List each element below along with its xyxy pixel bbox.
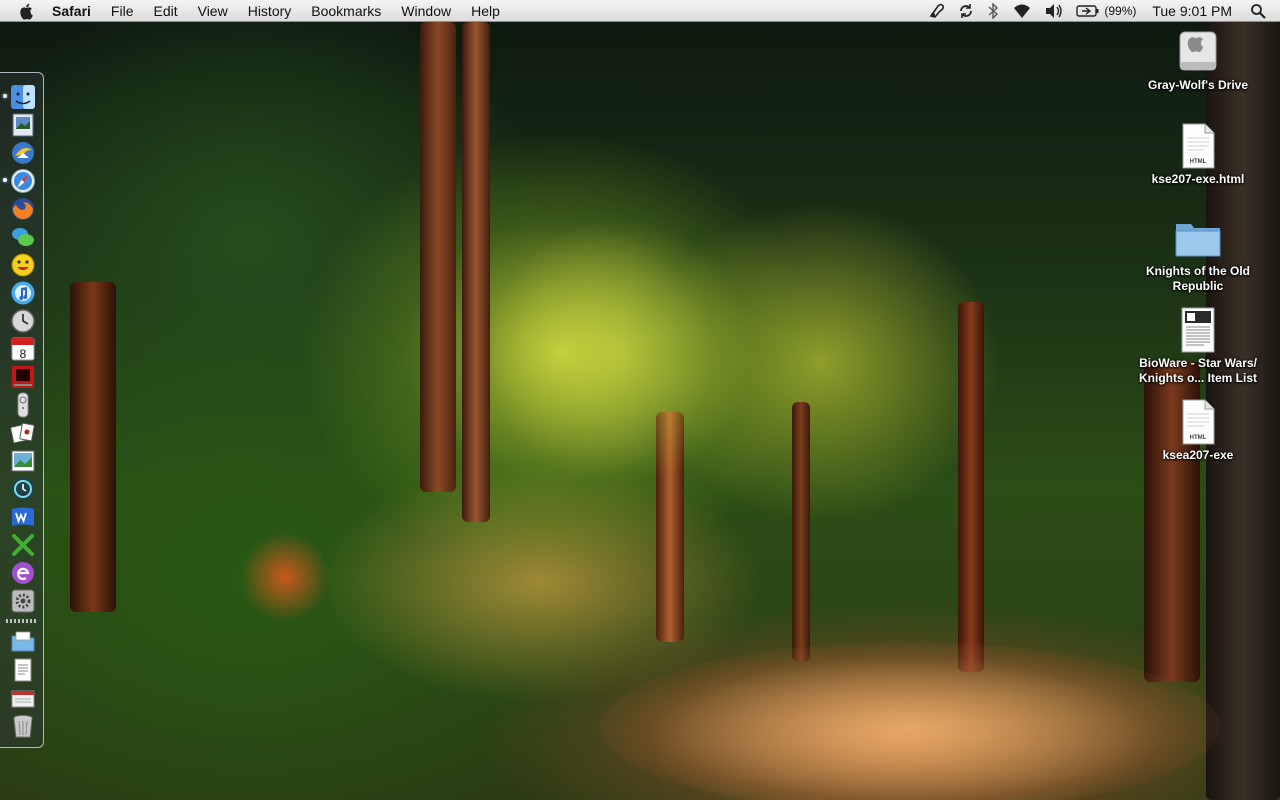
desktop-wallpaper — [0, 22, 1280, 800]
wifi-icon[interactable] — [1012, 0, 1032, 22]
tree-trunk — [792, 402, 810, 662]
green-app-icon[interactable] — [10, 532, 36, 558]
calendar-icon[interactable]: 8 — [10, 336, 36, 362]
word-icon[interactable] — [10, 504, 36, 530]
running-indicator — [3, 94, 7, 98]
itunes-icon[interactable] — [10, 280, 36, 306]
system-preferences-icon[interactable] — [10, 588, 36, 614]
desktop-icon-label: Gray-Wolf's Drive — [1148, 78, 1248, 92]
desktop-icon-folder[interactable]: Knights of the Old Republic — [1128, 214, 1268, 294]
folder-stack-icon[interactable] — [10, 629, 36, 655]
apple-logo-icon[interactable] — [18, 2, 36, 20]
orange-leaves — [240, 532, 330, 622]
document-stack-icon[interactable] — [10, 657, 36, 683]
photo-booth-icon[interactable] — [10, 364, 36, 390]
html-file-icon: HTML — [1182, 399, 1215, 445]
battery-icon[interactable]: (99%) — [1076, 0, 1136, 22]
sync-icon[interactable] — [958, 0, 974, 22]
menu-edit[interactable]: Edit — [143, 0, 187, 22]
firefox-icon[interactable] — [10, 196, 36, 222]
menu-clock[interactable]: Tue 9:01 PM — [1152, 3, 1232, 19]
dock-separator — [6, 619, 38, 623]
clock-icon[interactable] — [10, 308, 36, 334]
menu-help[interactable]: Help — [461, 0, 510, 22]
sunlit-foliage — [480, 222, 760, 482]
entourage-icon[interactable] — [10, 560, 36, 586]
calendar-day: 8 — [20, 347, 27, 361]
tree-trunk — [420, 22, 456, 492]
sunlit-path — [600, 642, 1220, 800]
tree-trunk — [958, 302, 984, 672]
spotlight-search-icon[interactable] — [1250, 0, 1266, 22]
hard-drive-icon — [1179, 31, 1217, 71]
html-file-icon: HTML — [1182, 123, 1215, 169]
webpage-file-icon — [1181, 307, 1215, 353]
file-type-badge: HTML — [1190, 159, 1207, 165]
file-type-badge: HTML — [1190, 435, 1207, 441]
dock: 8 — [0, 72, 44, 748]
chat-icon[interactable] — [10, 224, 36, 250]
tree-trunk — [70, 282, 116, 612]
running-indicator — [3, 178, 7, 182]
safari-icon[interactable] — [10, 168, 36, 194]
downloads-stack-icon[interactable] — [10, 685, 36, 711]
menu-file[interactable]: File — [101, 0, 144, 22]
tree-trunk — [462, 22, 490, 522]
remote-icon[interactable] — [10, 392, 36, 418]
desktop-icon-label: ksea207-exe — [1162, 448, 1234, 462]
timemachine-icon[interactable] — [10, 476, 36, 502]
menu-bar: Safari File Edit View History Bookmarks … — [0, 0, 1280, 22]
finder-icon[interactable] — [10, 84, 36, 110]
photo-icon[interactable] — [10, 448, 36, 474]
smiley-icon[interactable] — [10, 252, 36, 278]
desktop-icon-hard-drive[interactable]: Gray-Wolf's Drive — [1128, 28, 1268, 93]
script-icon[interactable] — [928, 0, 946, 22]
desktop-icon-label: Knights of the Old Republic — [1146, 264, 1250, 293]
desktop-icon-html-file[interactable]: HTML ksea207-exe — [1128, 398, 1268, 463]
preview-icon[interactable] — [10, 112, 36, 138]
folder-icon — [1175, 224, 1221, 257]
menu-view[interactable]: View — [188, 0, 238, 22]
cards-icon[interactable] — [10, 420, 36, 446]
menu-window[interactable]: Window — [391, 0, 461, 22]
menu-history[interactable]: History — [238, 0, 302, 22]
bluetooth-icon[interactable] — [986, 0, 1000, 22]
desktop-icon-label: kse207-exe.html — [1151, 172, 1245, 186]
menu-bookmarks[interactable]: Bookmarks — [301, 0, 391, 22]
desktop-icon-webpage-file[interactable]: BioWare - Star Wars/ Knights o... Item L… — [1128, 306, 1268, 386]
volume-icon[interactable] — [1044, 0, 1064, 22]
battery-percent: (99%) — [1104, 3, 1137, 18]
desktop-icon-label: BioWare - Star Wars/ Knights o... Item L… — [1138, 356, 1257, 385]
desktop-icon-html-file[interactable]: HTML kse207-exe.html — [1128, 122, 1268, 187]
trash-icon[interactable] — [10, 713, 36, 739]
menu-app-name[interactable]: Safari — [46, 0, 101, 22]
thunderbird-icon[interactable] — [10, 140, 36, 166]
